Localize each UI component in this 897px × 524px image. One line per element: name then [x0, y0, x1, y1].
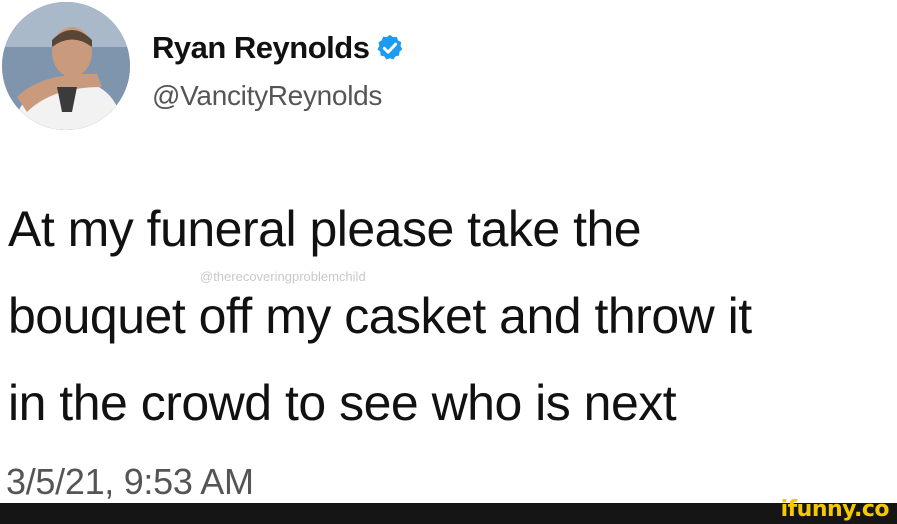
verified-badge-icon [377, 34, 403, 60]
avatar[interactable] [2, 2, 130, 130]
tweet-timestamp[interactable]: 3/5/21, 9:53 AM [6, 461, 254, 503]
tweet-line: in the crowd to see who is next [8, 375, 677, 431]
author-handle[interactable]: @VancityReynolds [152, 80, 382, 112]
ifunny-logo[interactable]: ifunny.co [781, 497, 890, 522]
watermark: @therecoveringproblemchild [200, 269, 366, 284]
footer-bar [0, 503, 897, 524]
author-name-row: Ryan Reynolds [152, 30, 405, 66]
tweet-line: bouquet off my casket and throw it [8, 288, 752, 344]
tweet-body: At my funeral please take the bouquet of… [8, 186, 897, 447]
tweet-line: At my funeral please take the [8, 201, 642, 257]
author-display-name[interactable]: Ryan Reynolds [152, 30, 370, 66]
avatar-photo-icon [2, 2, 130, 130]
